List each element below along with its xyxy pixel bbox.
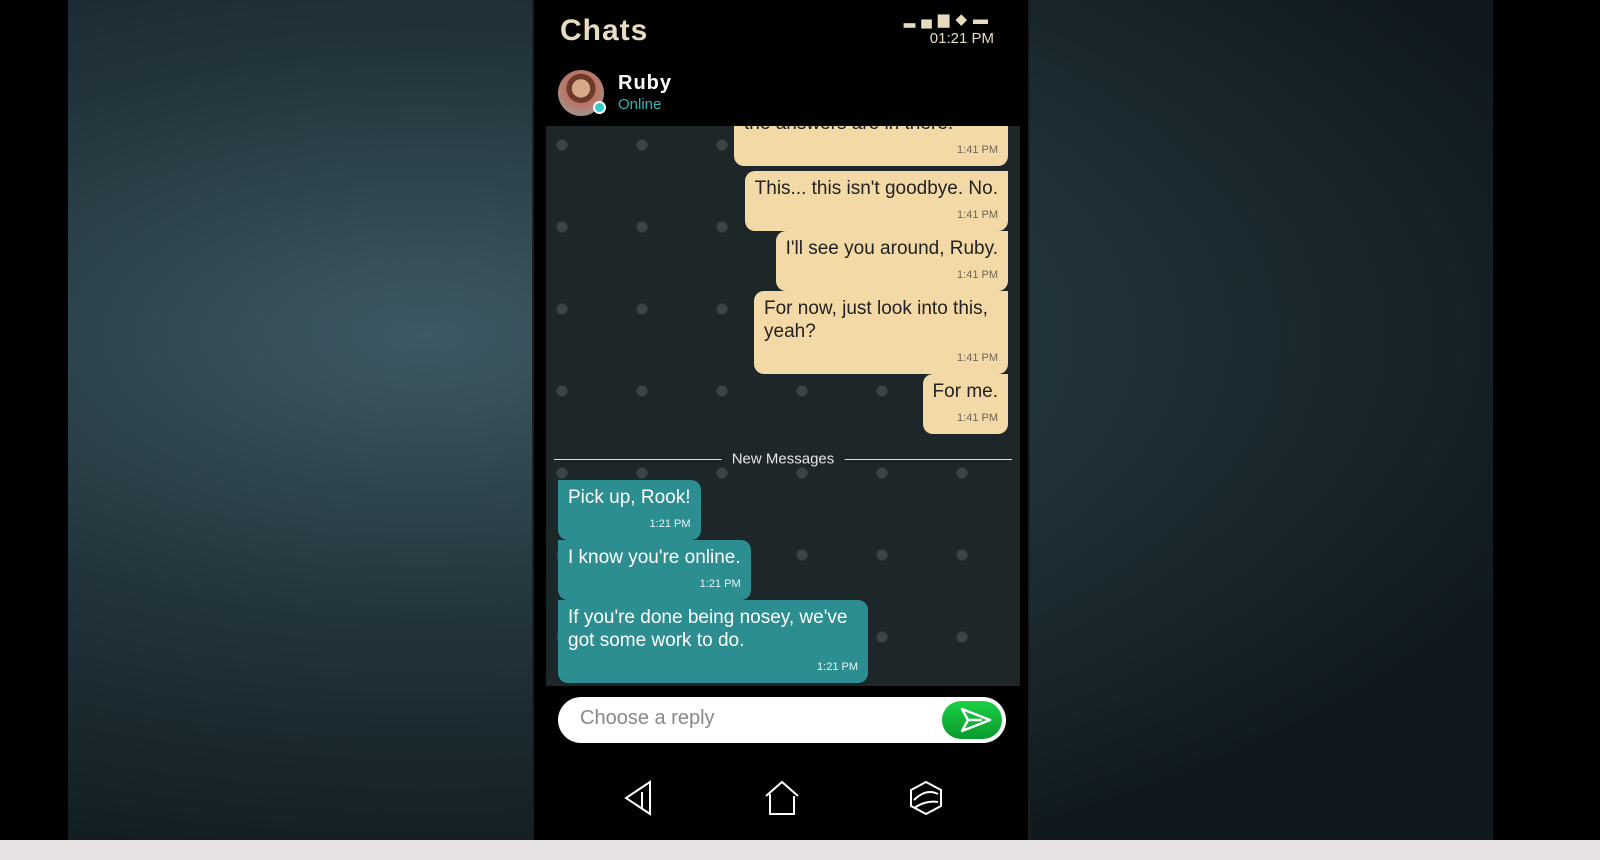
message: the answers are in there. 1:41 PM [734,126,1008,166]
recent-apps-icon[interactable] [906,778,946,818]
new-messages-divider: New Messages [554,450,1012,468]
message-text: I know you're online. [568,547,741,568]
chat-area[interactable]: the answers are in there. 1:41 PM This...… [546,126,1020,686]
message-text: Pick up, Rook! [568,487,691,508]
message-time: 1:41 PM [957,209,998,221]
message-text: This... this isn't goodbye. No. [754,178,998,199]
status-bar: ▂▄▆◆▬ 01:21 PM [904,10,994,47]
message-time: 1:41 PM [957,269,998,281]
contact-status: Online [618,96,662,113]
message: This... this isn't goodbye. No. 1:41 PM [744,171,1008,231]
phone: Chats ▂▄▆◆▬ 01:21 PM Ruby Online the ans… [532,0,1030,840]
send-button[interactable] [942,701,1002,739]
message-time: 1:21 PM [817,661,858,673]
message: I'll see you around, Ruby. 1:41 PM [775,231,1008,291]
status-time: 01:21 PM [929,30,994,47]
bottom-strip [0,840,1600,860]
message: For now, just look into this, yeah? 1:41 … [754,291,1008,374]
battery-icon: ▬ [973,11,994,28]
message-time: 1:41 PM [957,144,998,156]
message-time: 1:41 PM [957,352,998,364]
message: For me. 1:41 PM [922,374,1008,434]
reply-box [558,697,1006,743]
message: I know you're online. 1:21 PM [558,540,751,600]
wifi-icon: ◆ [955,11,973,28]
page-title: Chats [560,14,649,47]
divider-label: New Messages [721,450,845,468]
back-icon[interactable] [620,778,660,818]
message-text: I'll see you around, Ruby. [785,238,998,259]
online-indicator [593,101,606,114]
send-icon [960,707,992,733]
reply-input[interactable] [580,707,920,730]
message: If you're done being nosey, we've got so… [558,600,868,683]
message: Pick up, Rook! 1:21 PM [558,480,701,540]
message-time: 1:41 PM [957,412,998,424]
message-time: 1:21 PM [699,578,741,590]
message-text: For now, just look into this, yeah? [764,298,988,342]
message-time: 1:21 PM [649,518,691,530]
message-text: For me. [932,381,998,402]
message-text: If you're done being nosey, we've got so… [568,607,848,651]
message-text: the answers are in there. [744,126,953,134]
signal-icon: ▂▄▆ [903,11,956,28]
avatar[interactable] [558,70,606,116]
contact-name: Ruby [618,72,672,94]
home-icon[interactable] [762,778,802,818]
